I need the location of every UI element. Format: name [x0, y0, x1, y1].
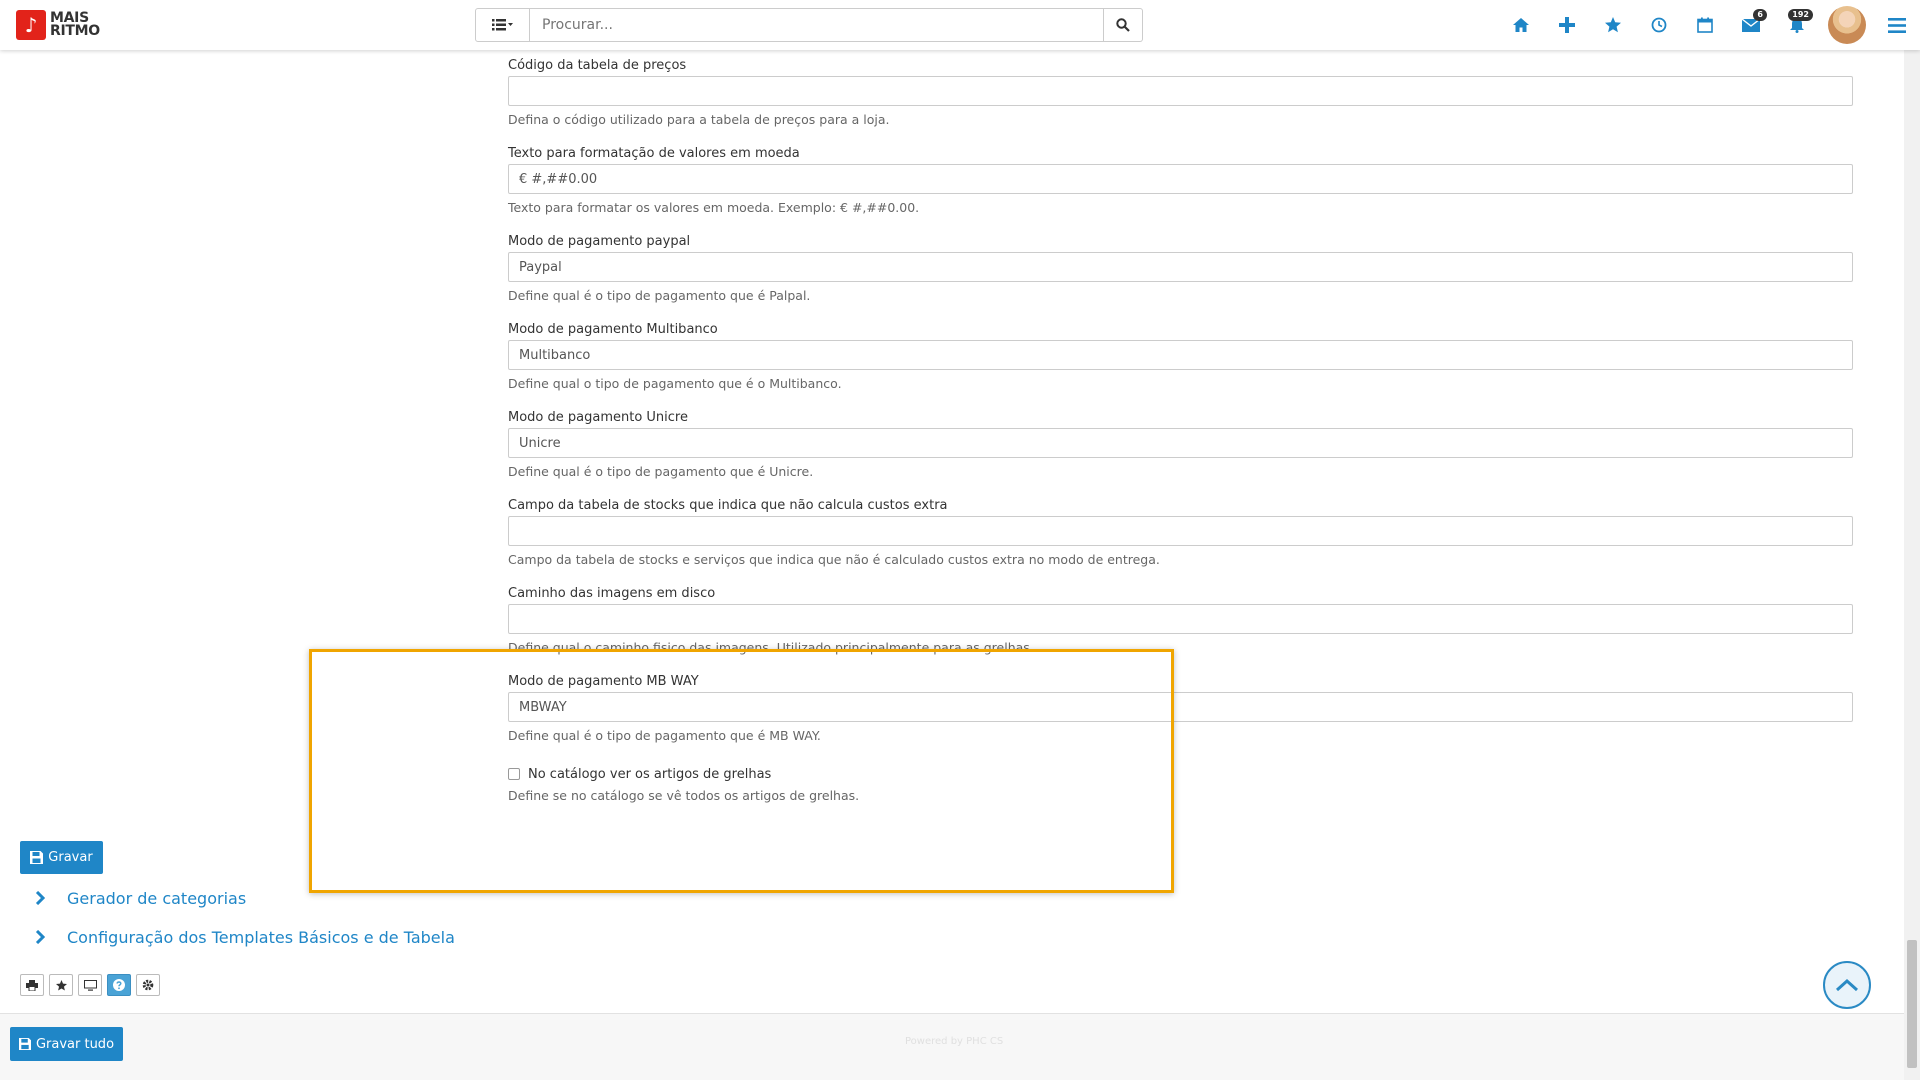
chevron-right-icon [30, 891, 50, 905]
page-scrollbar[interactable] [1904, 50, 1920, 1080]
stock-extra-cost-input[interactable] [508, 516, 1853, 546]
mbway-mode-input[interactable] [508, 692, 1853, 722]
avatar[interactable] [1828, 6, 1866, 44]
chevron-up-icon [1835, 978, 1859, 992]
hamburger-icon [1888, 17, 1906, 33]
field-catalog-grid-items: No catálogo ver os artigos de grelhas De… [508, 760, 1853, 808]
calendar-button[interactable] [1682, 0, 1728, 50]
field-label: Modo de pagamento Unicre [508, 410, 688, 425]
nav-icons: 6 192 [1498, 0, 1920, 50]
notifications-badge: 192 [1788, 9, 1813, 21]
field-help: Define qual é o tipo de pagamento que é … [508, 288, 811, 303]
field-label: Texto para formatação de valores em moed… [508, 146, 800, 161]
music-note-icon: ♪ [16, 10, 46, 40]
search-input[interactable] [530, 8, 1104, 42]
favorite-button[interactable] [49, 974, 73, 996]
menu-button[interactable] [1874, 0, 1920, 50]
question-icon [113, 979, 125, 991]
app-logo[interactable]: ♪ MAIS RITMO [16, 10, 110, 40]
search-button[interactable] [1104, 8, 1143, 42]
field-stock-extra-cost: Campo da tabela de stocks que indica que… [508, 496, 1853, 584]
currency-format-input[interactable] [508, 164, 1853, 194]
field-help: Texto para formatar os valores em moeda.… [508, 200, 920, 215]
history-button[interactable] [1636, 0, 1682, 50]
search-type-dropdown[interactable] [475, 8, 530, 42]
section-label: Configuração dos Templates Básicos e de … [67, 927, 455, 947]
scroll-to-top-button[interactable] [1823, 961, 1871, 1009]
help-button[interactable] [107, 974, 131, 996]
calendar-icon [1697, 17, 1713, 33]
multibanco-mode-input[interactable] [508, 340, 1853, 370]
notifications-button[interactable]: 192 [1774, 0, 1820, 50]
messages-badge: 6 [1753, 9, 1767, 21]
field-mbway-mode: Modo de pagamento MB WAY Define qual é o… [508, 672, 1853, 760]
field-unicre-mode: Modo de pagamento Unicre Define qual é o… [508, 408, 1853, 496]
clock-icon [1651, 17, 1667, 33]
field-price-table-code: Código da tabela de preços Defina o códi… [508, 56, 1853, 144]
footer: Gravar tudo Powered by PHC CS [0, 1013, 1904, 1080]
settings-button[interactable] [136, 974, 160, 996]
save-all-label: Gravar tudo [35, 1036, 115, 1052]
messages-button[interactable]: 6 [1728, 0, 1774, 50]
scrollbar-thumb[interactable] [1907, 940, 1917, 1068]
top-bar: ♪ MAIS RITMO 6 [0, 0, 1920, 50]
field-help: Define qual é o tipo de pagamento que é … [508, 464, 814, 479]
section-label: Gerador de categorias [67, 888, 247, 908]
catalog-grid-checkbox-row[interactable]: No catálogo ver os artigos de grelhas [508, 764, 1853, 784]
gear-icon [142, 979, 154, 991]
image-path-input[interactable] [508, 604, 1853, 634]
field-paypal-mode: Modo de pagamento paypal Define qual é o… [508, 232, 1853, 320]
logo-text: MAIS RITMO [50, 10, 100, 39]
search-icon [1116, 18, 1130, 32]
field-label: Modo de pagamento Multibanco [508, 322, 718, 337]
field-help: Define se no catálogo se vê todos os art… [508, 788, 860, 803]
field-currency-format: Texto para formatação de valores em moed… [508, 144, 1853, 232]
printer-icon [26, 979, 38, 991]
price-table-code-input[interactable] [508, 76, 1853, 106]
display-button[interactable] [78, 974, 102, 996]
star-icon [55, 979, 67, 991]
search-bar [475, 8, 1143, 42]
field-help: Define qual o tipo de pagamento que é o … [508, 376, 842, 391]
unicre-mode-input[interactable] [508, 428, 1853, 458]
save-label: Gravar [48, 850, 93, 865]
section-templates-config[interactable]: Configuração dos Templates Básicos e de … [30, 925, 455, 949]
section-category-generator[interactable]: Gerador de categorias [30, 886, 246, 910]
mini-toolbar [20, 974, 160, 996]
list-icon [491, 19, 513, 31]
field-label: Modo de pagamento paypal [508, 234, 691, 249]
save-button[interactable]: Gravar [20, 841, 103, 874]
field-help: Define qual é o tipo de pagamento que é … [508, 728, 821, 743]
favorites-button[interactable] [1590, 0, 1636, 50]
chevron-right-icon [30, 930, 50, 944]
monitor-icon [83, 979, 97, 991]
plus-icon [1559, 17, 1575, 33]
home-icon [1513, 18, 1529, 32]
print-button[interactable] [20, 974, 44, 996]
floppy-icon [30, 851, 44, 864]
field-help: Define qual o caminho fisico das imagens… [508, 640, 1034, 655]
save-all-button[interactable]: Gravar tudo [10, 1027, 123, 1061]
powered-by: Powered by PHC CS [905, 1036, 1004, 1047]
add-button[interactable] [1544, 0, 1590, 50]
catalog-grid-checkbox[interactable] [508, 768, 520, 780]
floppy-icon [18, 1038, 31, 1050]
field-help: Campo da tabela de stocks e serviços que… [508, 552, 1160, 567]
field-label: Código da tabela de preços [508, 58, 687, 73]
field-label: Caminho das imagens em disco [508, 586, 716, 601]
field-help: Defina o código utilizado para a tabela … [508, 112, 890, 127]
field-label: Modo de pagamento MB WAY [508, 674, 699, 689]
field-image-path: Caminho das imagens em disco Define qual… [508, 584, 1853, 672]
paypal-mode-input[interactable] [508, 252, 1853, 282]
settings-form: Código da tabela de preços Defina o códi… [508, 56, 1853, 808]
home-button[interactable] [1498, 0, 1544, 50]
field-label: Campo da tabela de stocks que indica que… [508, 498, 948, 513]
checkbox-label: No catálogo ver os artigos de grelhas [528, 766, 772, 782]
star-icon [1605, 17, 1621, 33]
field-multibanco-mode: Modo de pagamento Multibanco Define qual… [508, 320, 1853, 408]
